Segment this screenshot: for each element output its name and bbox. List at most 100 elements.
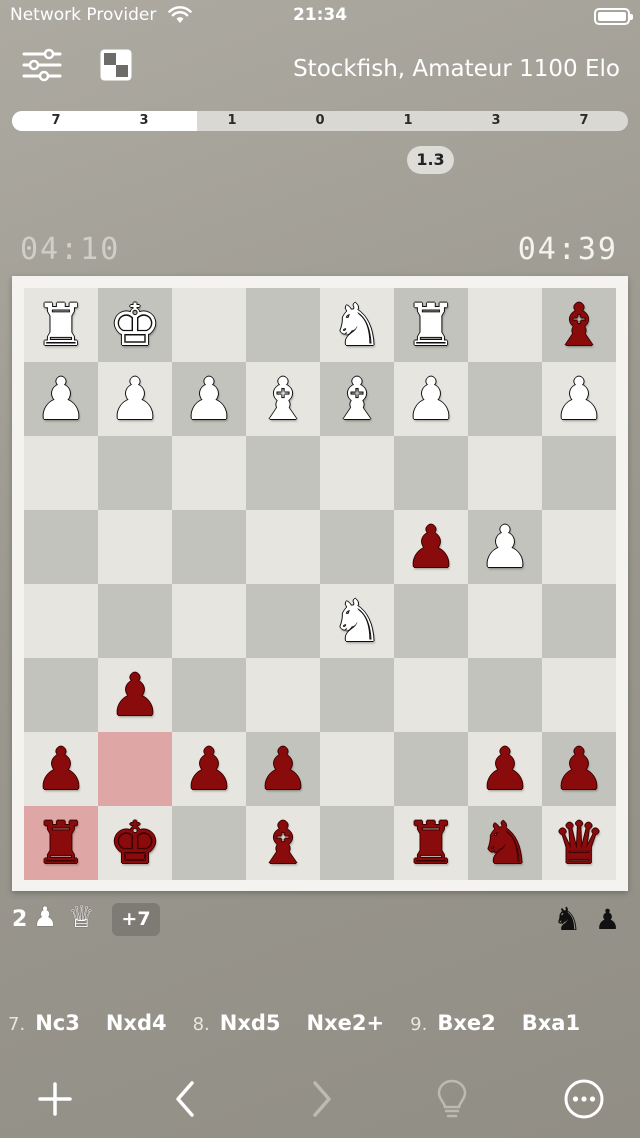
board-flip-icon[interactable]	[99, 48, 133, 82]
move-black[interactable]: Bxa1	[522, 1011, 580, 1035]
white-knight-icon[interactable]: ♞	[331, 296, 383, 354]
white-knight-icon[interactable]: ♞	[331, 592, 383, 650]
red-pawn-icon[interactable]: ♟	[479, 740, 531, 798]
square-e6[interactable]	[246, 658, 320, 732]
square-b4[interactable]: ♟	[468, 510, 542, 584]
square-a4[interactable]	[542, 510, 616, 584]
red-pawn-icon[interactable]: ♟	[109, 666, 161, 724]
square-a5[interactable]	[542, 584, 616, 658]
white-pawn-icon[interactable]: ♟	[405, 370, 457, 428]
move-white[interactable]: Bxe2	[437, 1011, 495, 1035]
square-g8[interactable]: ♚	[98, 806, 172, 880]
square-c8[interactable]: ♜	[394, 806, 468, 880]
square-a3[interactable]	[542, 436, 616, 510]
square-h1[interactable]: ♜	[24, 288, 98, 362]
square-e3[interactable]	[246, 436, 320, 510]
square-f2[interactable]: ♟	[172, 362, 246, 436]
square-b3[interactable]	[468, 436, 542, 510]
back-button[interactable]	[160, 1074, 210, 1124]
move-black[interactable]: Nxe2+	[307, 1011, 385, 1035]
square-b2[interactable]	[468, 362, 542, 436]
white-pawn-icon[interactable]: ♟	[479, 518, 531, 576]
square-c3[interactable]	[394, 436, 468, 510]
white-king-icon[interactable]: ♚	[109, 296, 161, 354]
square-h2[interactable]: ♟	[24, 362, 98, 436]
new-game-button[interactable]	[30, 1074, 80, 1124]
hint-button[interactable]	[427, 1074, 477, 1124]
square-c6[interactable]	[394, 658, 468, 732]
square-f8[interactable]	[172, 806, 246, 880]
square-f7[interactable]: ♟	[172, 732, 246, 806]
square-d3[interactable]	[320, 436, 394, 510]
square-c2[interactable]: ♟	[394, 362, 468, 436]
square-c1[interactable]: ♜	[394, 288, 468, 362]
square-b6[interactable]	[468, 658, 542, 732]
square-d5[interactable]: ♞	[320, 584, 394, 658]
square-c5[interactable]	[394, 584, 468, 658]
white-rook-icon[interactable]: ♜	[405, 296, 457, 354]
square-g1[interactable]: ♚	[98, 288, 172, 362]
square-f6[interactable]	[172, 658, 246, 732]
red-pawn-icon[interactable]: ♟	[405, 518, 457, 576]
settings-sliders-icon[interactable]	[22, 48, 62, 82]
red-knight-icon[interactable]: ♞	[479, 814, 531, 872]
square-a8[interactable]: ♛	[542, 806, 616, 880]
square-d6[interactable]	[320, 658, 394, 732]
red-queen-icon[interactable]: ♛	[553, 814, 605, 872]
white-bishop-icon[interactable]: ♝	[257, 370, 309, 428]
square-b7[interactable]: ♟	[468, 732, 542, 806]
square-b8[interactable]: ♞	[468, 806, 542, 880]
square-d4[interactable]	[320, 510, 394, 584]
square-f5[interactable]	[172, 584, 246, 658]
square-g5[interactable]	[98, 584, 172, 658]
white-pawn-icon[interactable]: ♟	[183, 370, 235, 428]
more-options-button[interactable]	[559, 1074, 609, 1124]
white-bishop-icon[interactable]: ♝	[331, 370, 383, 428]
square-g7[interactable]	[98, 732, 172, 806]
square-d2[interactable]: ♝	[320, 362, 394, 436]
red-king-icon[interactable]: ♚	[109, 814, 161, 872]
square-h6[interactable]	[24, 658, 98, 732]
square-e8[interactable]: ♝	[246, 806, 320, 880]
white-pawn-icon[interactable]: ♟	[553, 370, 605, 428]
square-c7[interactable]	[394, 732, 468, 806]
move-white[interactable]: Nc3	[35, 1011, 80, 1035]
white-rook-icon[interactable]: ♜	[35, 296, 87, 354]
square-f4[interactable]	[172, 510, 246, 584]
square-a7[interactable]: ♟	[542, 732, 616, 806]
square-g6[interactable]: ♟	[98, 658, 172, 732]
move-black[interactable]: Nxd4	[106, 1011, 167, 1035]
square-d8[interactable]	[320, 806, 394, 880]
white-pawn-icon[interactable]: ♟	[35, 370, 87, 428]
red-pawn-icon[interactable]: ♟	[35, 740, 87, 798]
square-h5[interactable]	[24, 584, 98, 658]
square-a6[interactable]	[542, 658, 616, 732]
square-h8[interactable]: ♜	[24, 806, 98, 880]
square-h3[interactable]	[24, 436, 98, 510]
square-f3[interactable]	[172, 436, 246, 510]
red-pawn-icon[interactable]: ♟	[257, 740, 309, 798]
square-h4[interactable]	[24, 510, 98, 584]
square-c4[interactable]: ♟	[394, 510, 468, 584]
forward-button[interactable]	[297, 1074, 347, 1124]
square-e2[interactable]: ♝	[246, 362, 320, 436]
square-a2[interactable]: ♟	[542, 362, 616, 436]
square-d7[interactable]	[320, 732, 394, 806]
square-g2[interactable]: ♟	[98, 362, 172, 436]
red-rook-icon[interactable]: ♜	[405, 814, 457, 872]
square-h7[interactable]: ♟	[24, 732, 98, 806]
red-pawn-icon[interactable]: ♟	[553, 740, 605, 798]
square-g4[interactable]	[98, 510, 172, 584]
square-g3[interactable]	[98, 436, 172, 510]
chess-board[interactable]: ♜ ♚ ♞ ♜ ♝ ♟ ♟ ♟ ♝ ♝ ♟ ♟ ♟ ♟ ♞ ♟ ♟ ♟ ♟ ♟ ♟ ♜ ♚ ♝ ♜ ♞ ♛	[24, 288, 616, 880]
red-pawn-icon[interactable]: ♟	[183, 740, 235, 798]
red-bishop-icon[interactable]: ♝	[553, 296, 605, 354]
square-d1[interactable]: ♞	[320, 288, 394, 362]
square-e1[interactable]	[246, 288, 320, 362]
square-a1[interactable]: ♝	[542, 288, 616, 362]
square-b5[interactable]	[468, 584, 542, 658]
square-e4[interactable]	[246, 510, 320, 584]
move-white[interactable]: Nxd5	[220, 1011, 281, 1035]
square-f1[interactable]	[172, 288, 246, 362]
red-bishop-icon[interactable]: ♝	[257, 814, 309, 872]
